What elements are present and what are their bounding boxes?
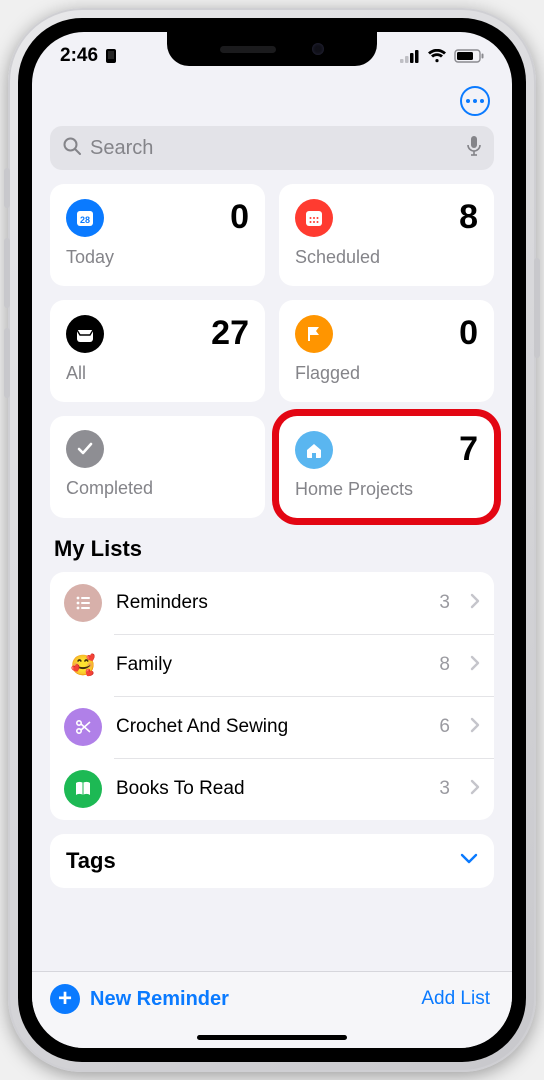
scissors-icon	[64, 708, 102, 746]
list-count: 8	[439, 654, 450, 676]
label-home: Home Projects	[295, 479, 478, 500]
cellular-icon	[400, 50, 420, 63]
chevron-right-icon	[470, 593, 480, 614]
section-my-lists: My Lists	[32, 518, 512, 572]
list-item-reminders[interactable]: Reminders 3	[50, 572, 494, 634]
card-home-projects[interactable]: 7 Home Projects	[279, 416, 494, 518]
add-list-button[interactable]: Add List	[421, 988, 490, 1010]
wifi-icon	[427, 49, 447, 63]
list-label: Family	[116, 654, 425, 676]
count-today: 0	[230, 198, 249, 237]
chevron-down-icon	[460, 852, 478, 870]
list-bullets-icon	[64, 584, 102, 622]
count-scheduled: 8	[459, 198, 478, 237]
label-all: All	[66, 363, 249, 384]
card-today[interactable]: 28 0 Today	[50, 184, 265, 286]
house-icon	[295, 431, 333, 469]
list-count: 3	[439, 778, 450, 800]
card-scheduled[interactable]: 8 Scheduled	[279, 184, 494, 286]
calendar-today-icon: 28	[66, 199, 104, 237]
card-completed[interactable]: Completed	[50, 416, 265, 518]
count-home: 7	[459, 430, 478, 469]
calendar-icon	[295, 199, 333, 237]
card-flagged[interactable]: 0 Flagged	[279, 300, 494, 402]
list-label: Books To Read	[116, 778, 425, 800]
list-item-family[interactable]: 🥰 Family 8	[50, 634, 494, 696]
list-count: 3	[439, 592, 450, 614]
chevron-right-icon	[470, 779, 480, 800]
home-indicator[interactable]	[32, 1026, 512, 1048]
list-count: 6	[439, 716, 450, 738]
new-reminder-button[interactable]: + New Reminder	[50, 984, 229, 1014]
count-flagged: 0	[459, 314, 478, 353]
tags-title: Tags	[66, 848, 116, 874]
search-placeholder: Search	[90, 137, 466, 160]
search-input[interactable]: Search	[50, 126, 494, 170]
chevron-right-icon	[470, 717, 480, 738]
list-label: Crochet And Sewing	[116, 716, 425, 738]
device-frame: 2:46	[8, 8, 536, 1072]
plus-icon: +	[50, 984, 80, 1014]
tags-header[interactable]: Tags	[50, 834, 494, 888]
label-flagged: Flagged	[295, 363, 478, 384]
orientation-lock-icon	[104, 48, 118, 64]
label-scheduled: Scheduled	[295, 247, 478, 268]
label-today: Today	[66, 247, 249, 268]
flag-icon	[295, 315, 333, 353]
checkmark-icon	[66, 430, 104, 468]
emoji-icon: 🥰	[64, 646, 102, 684]
microphone-icon[interactable]	[466, 135, 482, 162]
new-reminder-label: New Reminder	[90, 988, 229, 1011]
more-button[interactable]	[460, 86, 490, 116]
list-item-books[interactable]: Books To Read 3	[50, 758, 494, 820]
inbox-icon	[66, 315, 104, 353]
card-all[interactable]: 27 All	[50, 300, 265, 402]
list-item-crochet[interactable]: Crochet And Sewing 6	[50, 696, 494, 758]
bottom-toolbar: + New Reminder Add List	[32, 971, 512, 1026]
svg-text:28: 28	[80, 215, 90, 225]
label-completed: Completed	[66, 478, 249, 499]
count-all: 27	[211, 314, 249, 353]
book-icon	[64, 770, 102, 808]
battery-icon	[454, 49, 484, 63]
notch	[167, 32, 377, 66]
search-icon	[62, 136, 82, 161]
clock: 2:46	[60, 45, 98, 67]
list-label: Reminders	[116, 592, 425, 614]
lists: Reminders 3 🥰 Family 8	[50, 572, 494, 820]
chevron-right-icon	[470, 655, 480, 676]
